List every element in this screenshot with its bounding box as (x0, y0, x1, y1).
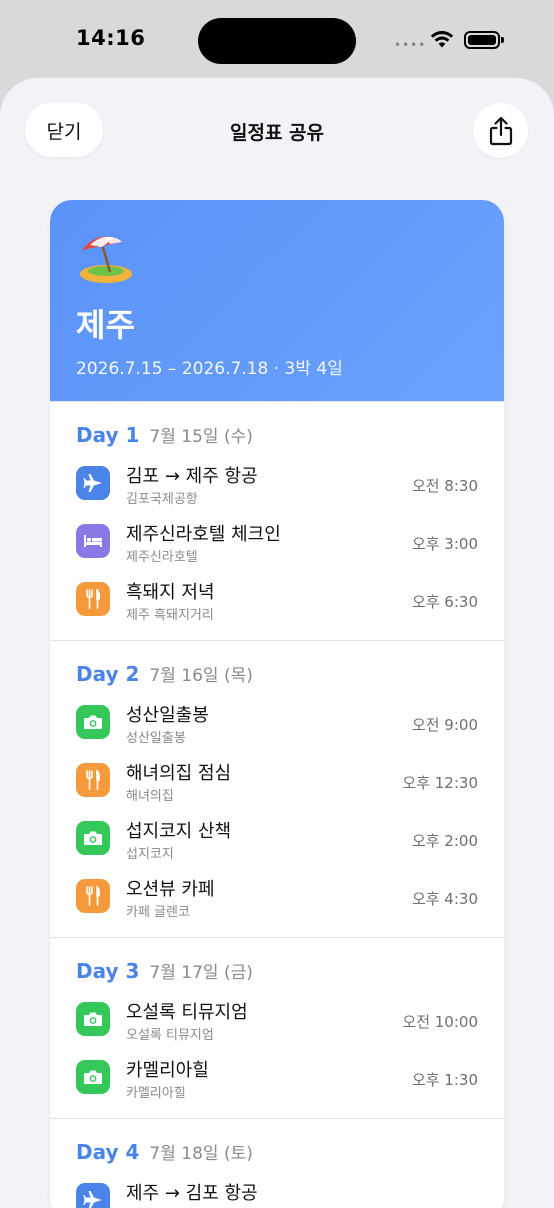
day-header: Day 4 7월 18일 (토) (76, 1139, 478, 1165)
itinerary-card: 제주 2026.7.15 – 2026.7.18 · 3박 4일 Day 1 7… (50, 200, 504, 1208)
day-header: Day 3 7월 17일 (금) (76, 958, 478, 984)
signal-icon: •••• (394, 38, 427, 52)
fork-knife-icon (76, 763, 110, 797)
item-time: 오후 1:30 (411, 1071, 478, 1089)
item-title: 제주신라호텔 체크인 (126, 524, 281, 545)
day-date: 7월 17일 (금) (149, 963, 253, 983)
schedule-item[interactable]: 섭지코지 산책 섭지코지 오후 2:00 (76, 813, 478, 871)
beach-umbrella-icon (80, 236, 132, 283)
item-location: 성산일출봉 (126, 731, 186, 746)
schedule-item[interactable]: 김포 → 제주 항공 김포국제공항 오전 8:30 (76, 458, 478, 516)
share-button[interactable] (473, 103, 528, 158)
item-title: 오션뷰 카페 (126, 879, 215, 900)
trip-header: 제주 2026.7.15 – 2026.7.18 · 3박 4일 (50, 200, 504, 401)
item-time: 오후 3:00 (411, 535, 478, 553)
camera-icon (76, 1060, 110, 1094)
schedule-item[interactable]: 성산일출봉 성산일출봉 오전 9:00 (76, 697, 478, 755)
item-time: 오후 12:30 (402, 774, 478, 792)
airplane-icon (76, 1183, 110, 1208)
item-location: 카멜리아힐 (126, 1086, 186, 1101)
schedule-item[interactable]: 해녀의집 점심 해녀의집 오후 12:30 (76, 755, 478, 813)
item-title: 오설록 티뮤지엄 (126, 1002, 248, 1023)
day-number: Day 1 (76, 423, 140, 447)
share-sheet: 닫기 일정표 공유 제주 2026.7.15 – 2026.7.18 · 3박 … (0, 78, 554, 1208)
item-time: 오전 8:30 (411, 477, 478, 495)
item-time: 오후 6:30 (411, 593, 478, 611)
item-time: 오전 10:00 (402, 1013, 478, 1031)
day-header: Day 1 7월 15일 (수) (76, 422, 478, 448)
item-title: 해녀의집 점심 (126, 763, 232, 784)
day-number: Day 4 (76, 1140, 140, 1164)
camera-icon (76, 1002, 110, 1036)
schedule-item[interactable]: 흑돼지 저녁 제주 흑돼지거리 오후 6:30 (76, 574, 478, 632)
bed-icon (76, 524, 110, 558)
camera-icon (76, 705, 110, 739)
day-number: Day 3 (76, 959, 140, 983)
item-location: 김포국제공항 (126, 492, 198, 507)
status-bar: 14:16 •••• (0, 0, 554, 80)
item-time: 오후 4:30 (411, 890, 478, 908)
battery-icon (464, 31, 504, 49)
item-title: 김포 → 제주 항공 (126, 466, 258, 487)
day-section: Day 2 7월 16일 (목) 성산일출봉 성산일출봉 오전 9:00 해녀의… (50, 640, 504, 937)
trip-title: 제주 (76, 306, 135, 344)
item-location: 제주신라호텔 (126, 550, 198, 565)
day-section: Day 3 7월 17일 (금) 오설록 티뮤지엄 오설록 티뮤지엄 오전 10… (50, 937, 504, 1118)
airplane-icon (76, 466, 110, 500)
day-date: 7월 16일 (목) (149, 666, 253, 686)
item-location: 해녀의집 (126, 789, 174, 804)
day-section: Day 4 7월 18일 (토) 제주 → 김포 항공 (50, 1118, 504, 1208)
item-title: 카멜리아힐 (126, 1060, 209, 1081)
item-location: 섭지코지 (126, 847, 174, 862)
item-location: 오설록 티뮤지엄 (126, 1028, 214, 1043)
item-title: 제주 → 김포 항공 (126, 1183, 258, 1204)
fork-knife-icon (76, 879, 110, 913)
schedule-item[interactable]: 오설록 티뮤지엄 오설록 티뮤지엄 오전 10:00 (76, 994, 478, 1052)
schedule-item[interactable]: 오션뷰 카페 카페 글렌코 오후 4:30 (76, 871, 478, 929)
status-time: 14:16 (76, 26, 146, 50)
schedule-item[interactable]: 카멜리아힐 카멜리아힐 오후 1:30 (76, 1052, 478, 1110)
day-date: 7월 15일 (수) (149, 427, 253, 447)
sheet-title: 일정표 공유 (229, 122, 324, 144)
item-location: 카페 글렌코 (126, 905, 190, 920)
day-number: Day 2 (76, 662, 140, 686)
item-time: 오전 9:00 (411, 716, 478, 734)
dynamic-island (198, 18, 356, 64)
trip-dates: 2026.7.15 – 2026.7.18 · 3박 4일 (76, 359, 343, 379)
item-title: 흑돼지 저녁 (126, 582, 215, 603)
schedule-item[interactable]: 제주신라호텔 체크인 제주신라호텔 오후 3:00 (76, 516, 478, 574)
item-title: 성산일출봉 (126, 705, 209, 726)
schedule-item[interactable]: 제주 → 김포 항공 (76, 1175, 478, 1208)
fork-knife-icon (76, 582, 110, 616)
day-date: 7월 18일 (토) (149, 1144, 253, 1164)
day-section: Day 1 7월 15일 (수) 김포 → 제주 항공 김포국제공항 오전 8:… (50, 401, 504, 640)
item-location: 제주 흑돼지거리 (126, 608, 214, 623)
camera-icon (76, 821, 110, 855)
day-header: Day 2 7월 16일 (목) (76, 661, 478, 687)
item-title: 섭지코지 산책 (126, 821, 232, 842)
wifi-icon (430, 31, 454, 48)
share-icon (489, 116, 512, 145)
item-time: 오후 2:00 (411, 832, 478, 850)
